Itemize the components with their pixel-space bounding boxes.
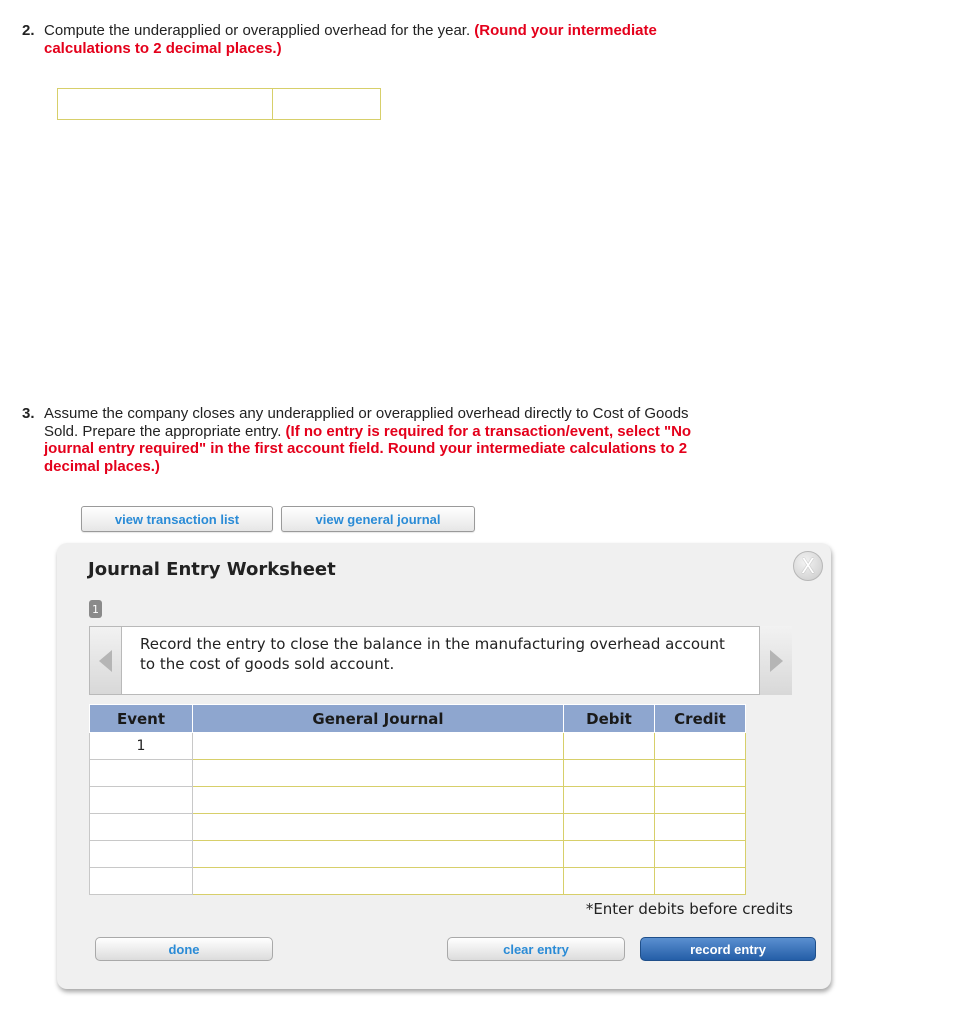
question-2: 2. Compute the underapplied or overapplie… <box>22 22 657 57</box>
credit-input[interactable] <box>654 840 746 868</box>
arrow-left-icon <box>99 649 112 672</box>
over-under-select[interactable] <box>57 88 273 120</box>
col-general-journal: General Journal <box>192 704 564 733</box>
record-entry-button[interactable]: record entry <box>640 937 816 961</box>
event-cell <box>89 813 193 841</box>
table-row <box>89 840 746 868</box>
table-row <box>89 786 746 814</box>
debit-input[interactable] <box>563 813 655 841</box>
account-select[interactable] <box>192 840 564 868</box>
question-number: 2. <box>22 22 35 39</box>
question-text: Compute the underapplied or overapplied … <box>44 22 471 39</box>
debit-credit-note: *Enter debits before credits <box>585 900 793 918</box>
table-row <box>89 759 746 787</box>
instruction-note-3: decimal places.) <box>44 457 160 475</box>
debit-input[interactable] <box>563 867 655 895</box>
col-debit: Debit <box>563 704 655 733</box>
answer-row <box>57 88 381 122</box>
arrow-right-icon <box>769 649 783 672</box>
entry-instruction: Record the entry to close the balance in… <box>140 635 725 673</box>
account-select[interactable] <box>192 759 564 787</box>
credit-input[interactable] <box>654 732 746 760</box>
event-cell <box>89 840 193 868</box>
debit-input[interactable] <box>563 759 655 787</box>
instruction-note-2: journal entry required" in the first acc… <box>44 440 688 457</box>
debit-input[interactable] <box>563 840 655 868</box>
view-transaction-list-button[interactable]: view transaction list <box>81 506 273 532</box>
question-text: Assume the company closes any underappli… <box>44 405 689 422</box>
event-cell <box>89 759 193 787</box>
col-event: Event <box>89 704 193 733</box>
journal-table: Event General Journal Debit Credit 1 <box>89 704 746 895</box>
view-general-journal-button[interactable]: view general journal <box>281 506 475 532</box>
journal-entry-worksheet: Journal Entry Worksheet X 1 Record the e… <box>57 543 831 989</box>
close-icon[interactable]: X <box>793 551 823 581</box>
credit-input[interactable] <box>654 786 746 814</box>
done-button[interactable]: done <box>95 937 273 961</box>
account-select[interactable] <box>192 867 564 895</box>
clear-entry-button[interactable]: clear entry <box>447 937 625 961</box>
worksheet-title: Journal Entry Worksheet <box>88 559 336 580</box>
question-3: 3. Assume the company closes any underapp… <box>22 405 762 475</box>
account-select[interactable] <box>192 786 564 814</box>
table-row <box>89 813 746 841</box>
account-select[interactable] <box>192 732 564 760</box>
credit-input[interactable] <box>654 813 746 841</box>
amount-input[interactable] <box>273 88 381 120</box>
debit-input[interactable] <box>563 786 655 814</box>
table-row: 1 <box>89 732 746 760</box>
rounding-note-cont: calculations to 2 decimal places.) <box>44 39 282 57</box>
question-text-2: Sold. Prepare the appropriate entry. <box>44 422 282 440</box>
event-cell <box>89 867 193 895</box>
event-cell <box>89 786 193 814</box>
prev-entry-button[interactable] <box>90 627 122 694</box>
question-number: 3. <box>22 405 35 422</box>
debit-input[interactable] <box>563 732 655 760</box>
credit-input[interactable] <box>654 759 746 787</box>
event-cell: 1 <box>89 732 193 760</box>
col-credit: Credit <box>654 704 746 733</box>
entry-navigator: Record the entry to close the balance in… <box>89 626 792 695</box>
account-select[interactable] <box>192 813 564 841</box>
rounding-note: (Round your intermediate <box>474 22 657 39</box>
next-entry-button[interactable] <box>759 626 792 695</box>
credit-input[interactable] <box>654 867 746 895</box>
entry-number-badge[interactable]: 1 <box>89 600 102 618</box>
table-row <box>89 867 746 895</box>
instruction-note: (If no entry is required for a transacti… <box>285 422 692 440</box>
